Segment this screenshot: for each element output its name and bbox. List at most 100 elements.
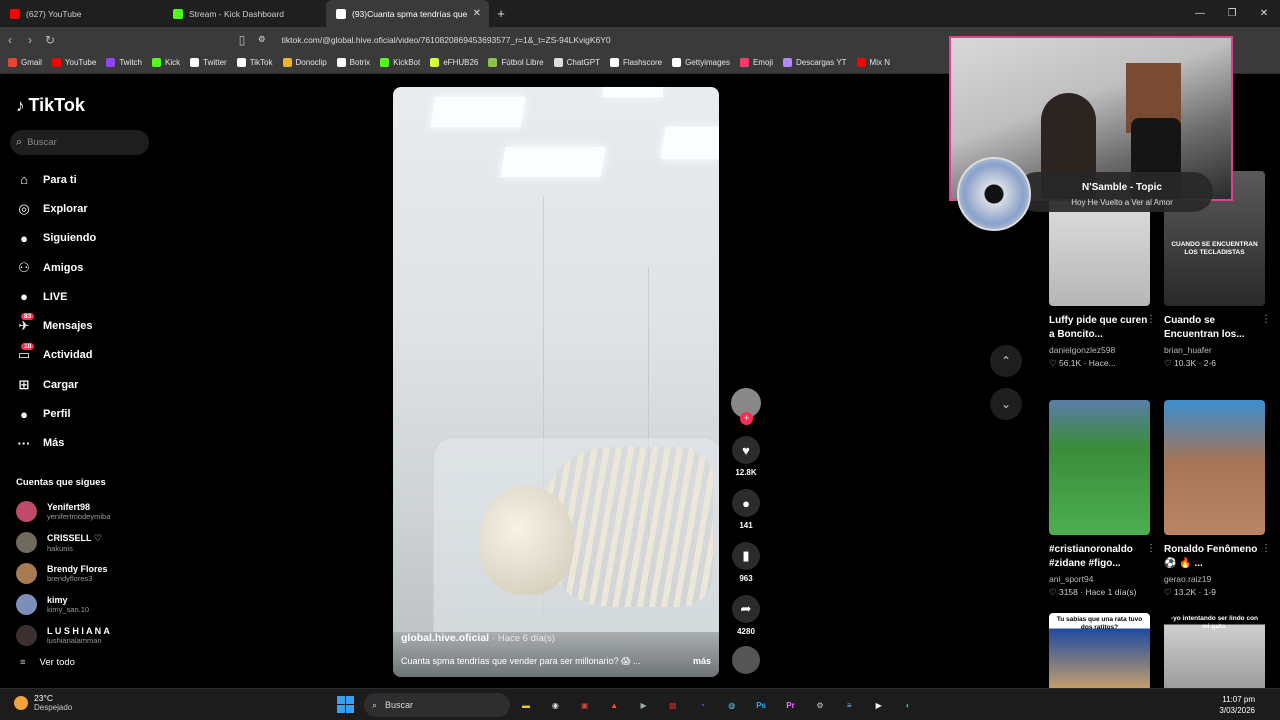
video-thumbnail[interactable] (1164, 400, 1265, 535)
site-info-icon[interactable]: ⚙ (258, 34, 266, 45)
heart-icon[interactable]: ♥ (732, 436, 760, 464)
nav-item-parati[interactable]: ⌂ Para ti (14, 165, 96, 194)
nav-item-ms[interactable]: ··· Más (14, 429, 96, 458)
bookmark-item[interactable]: Botrix (336, 58, 370, 67)
settings-icon[interactable]: ⚙ (810, 695, 830, 715)
bookmark-item[interactable]: Emoji (739, 58, 773, 67)
clock[interactable]: 11:07 pm 3/03/2026 (1219, 694, 1255, 716)
tab-kick[interactable]: Stream - Kick Dashboard (163, 0, 326, 27)
nav-item-siguiendo[interactable]: ● Siguiendo (14, 224, 96, 253)
tab-youtube[interactable]: (627) YouTube (0, 0, 163, 27)
author-avatar[interactable]: + (731, 388, 761, 425)
comment-icon[interactable]: ● (732, 489, 760, 517)
more-options-icon[interactable]: ⋮ (1146, 314, 1156, 325)
back-icon[interactable]: ‹ (0, 33, 20, 47)
bookmark-icon[interactable]: ▯ (232, 33, 252, 47)
tiktok-logo[interactable]: ♪ TikTok (16, 95, 85, 116)
pdf-icon[interactable]: ▣ (575, 695, 595, 715)
following-item[interactable]: Yenifert98 yenifertmodeymiba (16, 496, 110, 527)
see-all-link[interactable]: ≡ Ver todo (20, 657, 75, 668)
more-options-icon[interactable]: ⋮ (1146, 543, 1156, 554)
bookmark-item[interactable]: Twitch (106, 58, 142, 67)
following-item[interactable]: L U S H I A N Alushianalamman (16, 620, 110, 651)
more-link[interactable]: más (693, 656, 711, 667)
more-options-icon[interactable]: ⋮ (1261, 314, 1271, 325)
forward-icon[interactable]: › (20, 33, 40, 47)
nav-label: Actividad (43, 349, 93, 362)
more-options-icon[interactable]: ⋮ (1261, 543, 1271, 554)
next-video-button[interactable]: ⌄ (990, 388, 1022, 420)
bookmark-label: Kick (165, 58, 181, 67)
new-tab-button[interactable]: + (489, 6, 513, 21)
notepad-icon[interactable]: ≡ (839, 695, 859, 715)
chrome-icon[interactable]: ◉ (545, 695, 565, 715)
previous-video-button[interactable]: ⌃ (990, 345, 1022, 377)
discord-icon[interactable]: ◔ (692, 695, 712, 715)
following-item[interactable]: Brendy Flores brendyflores3 (16, 558, 110, 589)
nav-item-actividad[interactable]: ▭ 10 Actividad (14, 341, 96, 370)
bookmark-item[interactable]: Fútbol Libre (488, 58, 544, 67)
bookmark-item[interactable]: Mix N (856, 58, 890, 67)
music-disc-icon[interactable] (732, 646, 760, 674)
close-tab-icon[interactable]: ✕ (473, 8, 481, 19)
brave-icon[interactable]: ▲ (604, 695, 624, 715)
nav-item-cargar[interactable]: ⊞ Cargar (14, 370, 96, 399)
avatar (16, 501, 37, 522)
save-count: 963 (739, 574, 753, 583)
restore-icon[interactable]: ❐ (1216, 0, 1248, 27)
url-field[interactable]: ⚙ tiktok.com/@global.hive.oficial/video/7… (258, 27, 611, 52)
video-author[interactable]: global.hive.oficial · Hace 6 día(s) (401, 632, 555, 644)
bookmark-item[interactable]: Flashscore (609, 58, 663, 67)
taskbar-search[interactable]: ⌕ Buscar (364, 693, 510, 717)
bookmark-save-icon[interactable]: ▮ (732, 542, 760, 570)
bookmark-item[interactable]: YouTube (51, 58, 96, 67)
premiere-icon[interactable]: Pr (781, 695, 801, 715)
nav-item-mensajes[interactable]: ✈ 83 Mensajes (14, 311, 96, 340)
avatar (16, 532, 37, 553)
steam-icon[interactable]: ◍ (722, 695, 742, 715)
search-input[interactable]: ⌕ Buscar (10, 130, 149, 155)
video-thumbnail[interactable] (1049, 400, 1150, 535)
nav-item-live[interactable]: ● LIVE (14, 282, 96, 311)
bookmark-item[interactable]: TikTok (236, 58, 273, 67)
clock-time: 11:07 pm (1222, 695, 1255, 704)
tab-label: Stream - Kick Dashboard (189, 8, 284, 19)
app-icon[interactable]: ▩ (663, 695, 683, 715)
bookmark-label: Flashscore (622, 58, 663, 67)
media-icon[interactable]: ▶ (634, 695, 654, 715)
bookmark-item[interactable]: Gmail (8, 58, 42, 67)
windows-start-icon[interactable] (337, 696, 354, 713)
bookmark-item[interactable]: Kick (152, 58, 180, 67)
video-card[interactable]: Tu sabías que una rata tuvo dos ratitos? (1049, 613, 1150, 691)
bookmark-item[interactable]: ChatGPT (553, 58, 600, 67)
minimize-icon[interactable]: — (1184, 0, 1216, 27)
bookmark-label: Twitter (203, 58, 227, 67)
weather-widget[interactable]: 23°C Despejado (14, 693, 72, 712)
share-icon[interactable]: ➦ (732, 595, 760, 623)
bookmark-item[interactable]: Twitter (190, 58, 227, 67)
video-thumbnail[interactable]: Tu sabías que una rata tuvo dos ratitos? (1049, 613, 1150, 691)
bookmark-item[interactable]: Gettyimages (672, 58, 730, 67)
nav-item-explorar[interactable]: ◎ Explorar (14, 194, 96, 223)
video-card[interactable]: -yo intentando ser lindo con mi gato. (1164, 613, 1265, 691)
video-thumbnail[interactable]: -yo intentando ser lindo con mi gato. (1164, 613, 1265, 691)
bookmark-item[interactable]: Descargas YT (783, 58, 847, 67)
following-item[interactable]: kimy kimy_san.10 (16, 589, 110, 620)
video-card[interactable]: #cristianoronaldo #zidane #figo... ani_sp… (1049, 400, 1156, 598)
bookmark-item[interactable]: KickBot (380, 58, 420, 67)
bookmark-item[interactable]: Donoclip (282, 58, 327, 67)
player-icon[interactable]: ▶ (869, 695, 889, 715)
bookmark-item[interactable]: eFHUB26 (430, 58, 478, 67)
video-player[interactable]: global.hive.oficial · Hace 6 día(s) Cuan… (393, 87, 719, 677)
edge-icon[interactable]: ◐ (898, 695, 918, 715)
follow-plus-icon[interactable]: + (740, 412, 753, 425)
close-icon[interactable]: ✕ (1248, 0, 1280, 27)
video-card[interactable]: Ronaldo Fenômeno⚽ 🔥 ... gerao.raiz19 ♡ 13.… (1164, 400, 1271, 598)
tab-tiktok[interactable]: (93)Cuanta spma tendrías que ✕ (326, 0, 489, 27)
photoshop-icon[interactable]: Ps (751, 695, 771, 715)
nav-item-perfil[interactable]: ● Perfil (14, 399, 96, 428)
following-item[interactable]: CRISSELL ♡ hakunis (16, 527, 110, 558)
explorer-icon[interactable]: ▬ (516, 695, 536, 715)
nav-item-amigos[interactable]: ⚇ Amigos (14, 253, 96, 282)
reload-icon[interactable]: ↻ (40, 33, 60, 47)
